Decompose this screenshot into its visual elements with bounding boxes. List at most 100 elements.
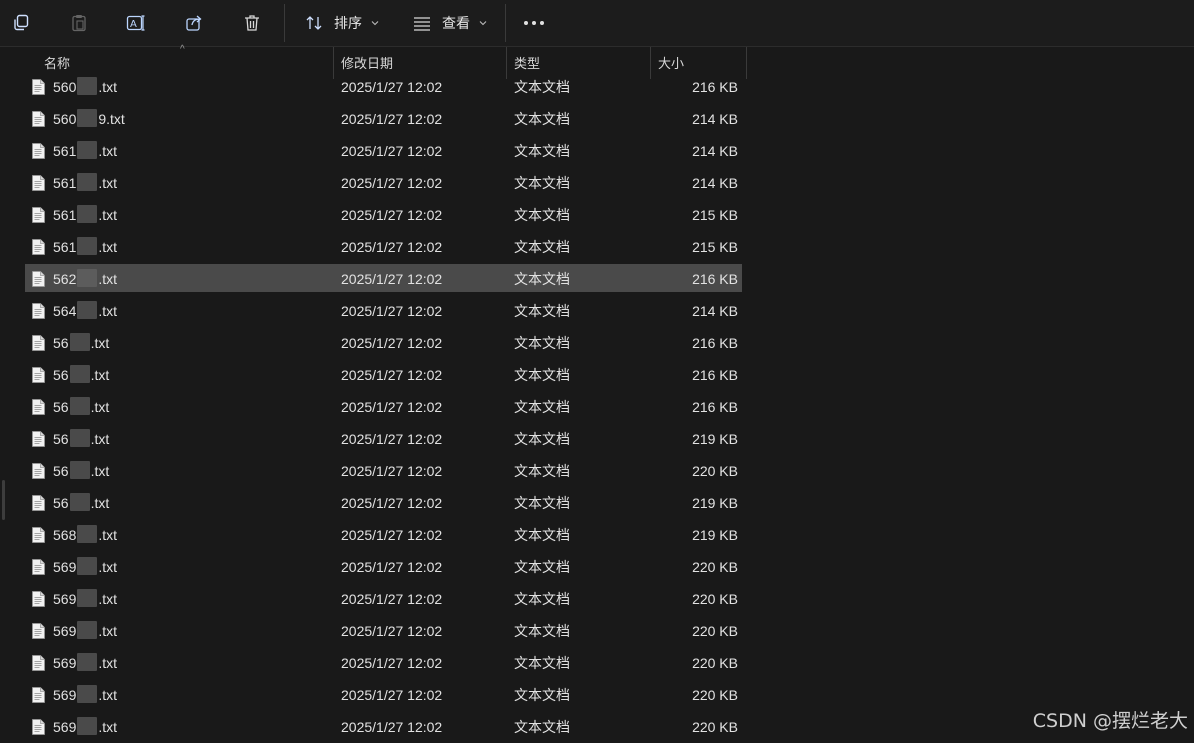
- redaction-block: [77, 77, 98, 95]
- file-name: 56 .txt: [53, 392, 109, 423]
- sort-button[interactable]: 排序: [298, 6, 386, 40]
- file-name-suffix: .txt: [90, 367, 110, 383]
- rename-icon: A: [126, 15, 145, 31]
- file-row[interactable]: 562 .txt 2025/1/27 12:02 文本文档 216 KB: [25, 264, 742, 292]
- file-size: 214 KB: [692, 111, 738, 127]
- file-name-prefix: 569: [53, 719, 77, 735]
- file-name-prefix: 568: [53, 527, 77, 543]
- svg-text:A: A: [130, 19, 137, 30]
- redaction-block: [77, 237, 98, 255]
- file-row[interactable]: 560 .txt 2025/1/27 12:02 文本文档 216 KB: [25, 72, 742, 100]
- file-type: 文本文档: [514, 271, 570, 287]
- view-button[interactable]: 查看: [404, 6, 496, 40]
- file-modified-date: 2025/1/27 12:02: [341, 687, 443, 703]
- file-row[interactable]: 569 .txt 2025/1/27 12:02 文本文档 220 KB: [25, 552, 742, 580]
- text-file-icon: [32, 399, 45, 415]
- file-row[interactable]: 56 .txt 2025/1/27 12:02 文本文档 220 KB: [25, 456, 742, 484]
- file-row[interactable]: 56 .txt 2025/1/27 12:02 文本文档 216 KB: [25, 392, 742, 420]
- file-row[interactable]: 569 .txt 2025/1/27 12:02 文本文档 220 KB: [25, 648, 742, 676]
- file-name-suffix: .txt: [98, 239, 118, 255]
- paste-button[interactable]: [62, 6, 96, 40]
- file-name: 56 .txt: [53, 424, 109, 455]
- file-row[interactable]: 56 .txt 2025/1/27 12:02 文本文档 219 KB: [25, 424, 742, 452]
- file-row[interactable]: 560 9.txt 2025/1/27 12:02 文本文档 214 KB: [25, 104, 742, 132]
- file-row[interactable]: 561 .txt 2025/1/27 12:02 文本文档 215 KB: [25, 232, 742, 260]
- file-row[interactable]: 569 .txt 2025/1/27 12:02 文本文档 220 KB: [25, 584, 742, 612]
- redaction-block: [77, 589, 98, 607]
- text-file-icon: [32, 111, 45, 127]
- file-row[interactable]: 561 .txt 2025/1/27 12:02 文本文档 214 KB: [25, 136, 742, 164]
- file-name-suffix: .txt: [90, 463, 110, 479]
- file-size: 220 KB: [692, 463, 738, 479]
- file-row[interactable]: 56 .txt 2025/1/27 12:02 文本文档 216 KB: [25, 360, 742, 388]
- file-name: 561 .txt: [53, 200, 117, 231]
- toolbar-separator: [284, 4, 285, 42]
- file-row[interactable]: 568 .txt 2025/1/27 12:02 文本文档 219 KB: [25, 520, 742, 548]
- file-name: 562 .txt: [53, 264, 117, 295]
- file-row[interactable]: 569 .txt 2025/1/27 12:02 文本文档 220 KB: [25, 616, 742, 644]
- file-name-prefix: 569: [53, 655, 77, 671]
- text-file-icon: [32, 559, 45, 575]
- chevron-down-icon: [371, 21, 379, 26]
- file-type: 文本文档: [514, 527, 570, 543]
- file-modified-date: 2025/1/27 12:02: [341, 79, 443, 95]
- file-modified-date: 2025/1/27 12:02: [341, 207, 443, 223]
- file-row[interactable]: 564 .txt 2025/1/27 12:02 文本文档 214 KB: [25, 296, 742, 324]
- file-modified-date: 2025/1/27 12:02: [341, 143, 443, 159]
- file-row[interactable]: 561 .txt 2025/1/27 12:02 文本文档 214 KB: [25, 168, 742, 196]
- file-name-prefix: 560: [53, 79, 77, 95]
- file-name-suffix: .txt: [98, 719, 118, 735]
- file-name-prefix: 560: [53, 111, 77, 127]
- file-type: 文本文档: [514, 623, 570, 639]
- watermark: CSDN @摆烂老大: [1032, 710, 1188, 732]
- rename-button[interactable]: A: [119, 6, 153, 40]
- file-row[interactable]: 569 .txt 2025/1/27 12:02 文本文档 220 KB: [25, 712, 742, 740]
- text-file-icon: [32, 431, 45, 447]
- pane-scrollbar-thumb[interactable]: [2, 480, 5, 520]
- delete-button[interactable]: [235, 6, 269, 40]
- file-name-suffix: .txt: [98, 687, 118, 703]
- file-name-suffix: 9.txt: [98, 111, 125, 127]
- file-modified-date: 2025/1/27 12:02: [341, 559, 443, 575]
- view-icon: [414, 17, 430, 31]
- file-name: 56 .txt: [53, 360, 109, 391]
- file-size: 216 KB: [692, 335, 738, 351]
- column-divider[interactable]: [746, 47, 747, 79]
- redaction-block: [77, 141, 98, 159]
- text-file-icon: [32, 271, 45, 287]
- file-name-suffix: .txt: [98, 79, 118, 95]
- text-file-icon: [32, 719, 45, 735]
- file-type: 文本文档: [514, 111, 570, 127]
- redaction-block: [77, 205, 98, 223]
- share-button[interactable]: [177, 6, 211, 40]
- more-icon: [524, 21, 544, 25]
- redaction-block: [77, 685, 98, 703]
- file-row[interactable]: 56 .txt 2025/1/27 12:02 文本文档 216 KB: [25, 328, 742, 356]
- file-name-prefix: 561: [53, 143, 77, 159]
- file-row[interactable]: 56 .txt 2025/1/27 12:02 文本文档 219 KB: [25, 488, 742, 516]
- command-bar: A 排序 查看: [0, 0, 1194, 47]
- file-name: 56 .txt: [53, 328, 109, 359]
- redaction-block: [69, 365, 90, 383]
- file-name-suffix: .txt: [90, 431, 110, 447]
- file-row[interactable]: 561 .txt 2025/1/27 12:02 文本文档 215 KB: [25, 200, 742, 228]
- file-type: 文本文档: [514, 367, 570, 383]
- file-name-suffix: .txt: [90, 495, 110, 511]
- file-size: 220 KB: [692, 623, 738, 639]
- file-name: 569 .txt: [53, 584, 117, 615]
- delete-icon: [245, 15, 259, 31]
- more-options-button[interactable]: [516, 6, 552, 40]
- file-name: 56 .txt: [53, 456, 109, 487]
- file-type: 文本文档: [514, 399, 570, 415]
- file-name: 560 9.txt: [53, 104, 125, 135]
- file-name-prefix: 569: [53, 687, 77, 703]
- file-row[interactable]: 569 .txt 2025/1/27 12:02 文本文档 220 KB: [25, 680, 742, 708]
- file-name-prefix: 56: [53, 495, 69, 511]
- file-name-prefix: 561: [53, 207, 77, 223]
- copy-button[interactable]: [4, 6, 38, 40]
- text-file-icon: [32, 303, 45, 319]
- text-file-icon: [32, 207, 45, 223]
- file-modified-date: 2025/1/27 12:02: [341, 655, 443, 671]
- file-size: 220 KB: [692, 655, 738, 671]
- file-type: 文本文档: [514, 79, 570, 95]
